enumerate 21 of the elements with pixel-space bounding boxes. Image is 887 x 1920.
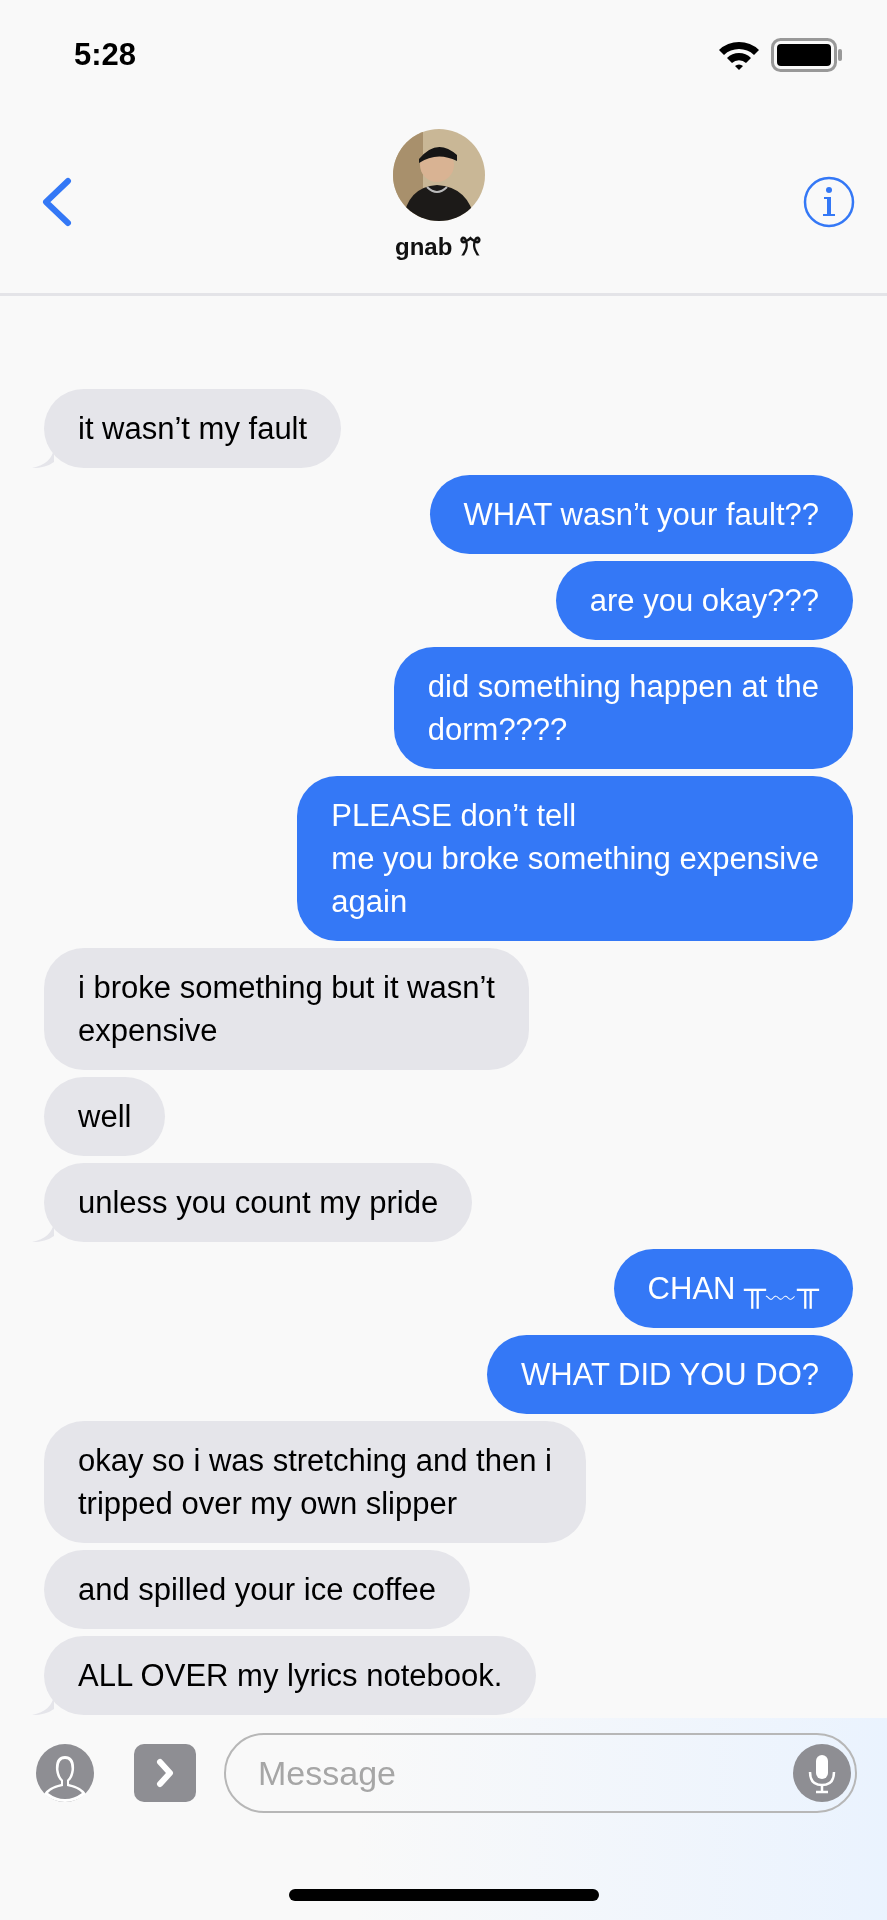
contact-name[interactable]: gnab ꔫ <box>395 232 482 261</box>
message-bubble: PLEASE don’t tell me you broke something expensive again <box>297 776 853 941</box>
message-box[interactable]: Message <box>224 1733 857 1813</box>
battery-icon <box>771 38 843 72</box>
message-bubble: okay so i was stretching and then i tripped over my own slipper <box>44 1421 586 1543</box>
wifi-icon <box>717 39 761 71</box>
message-bubble: CHAN ╥﹏╥ <box>613 1249 853 1328</box>
back-button[interactable] <box>40 176 74 227</box>
message-bubble: well <box>44 1077 166 1156</box>
message-bubble: i broke something but it wasn’t expensive <box>44 948 529 1070</box>
status-time: 5:28 <box>74 37 137 73</box>
info-icon[interactable] <box>803 175 855 228</box>
microphone-icon[interactable] <box>793 1744 851 1802</box>
apps-button[interactable] <box>134 1744 196 1802</box>
message-bubble: are you okay??? <box>555 561 853 640</box>
message-bubble: did something happen at the dorm???? <box>393 647 853 769</box>
message-bubble: and spilled your ice coffee <box>44 1550 470 1629</box>
message-field[interactable]: Message <box>256 1752 793 1794</box>
contact-icon[interactable] <box>36 1744 94 1802</box>
message-bubble: WHAT wasn’t your fault?? <box>429 475 853 554</box>
message-bubble: WHAT DID YOU DO? <box>487 1335 853 1414</box>
